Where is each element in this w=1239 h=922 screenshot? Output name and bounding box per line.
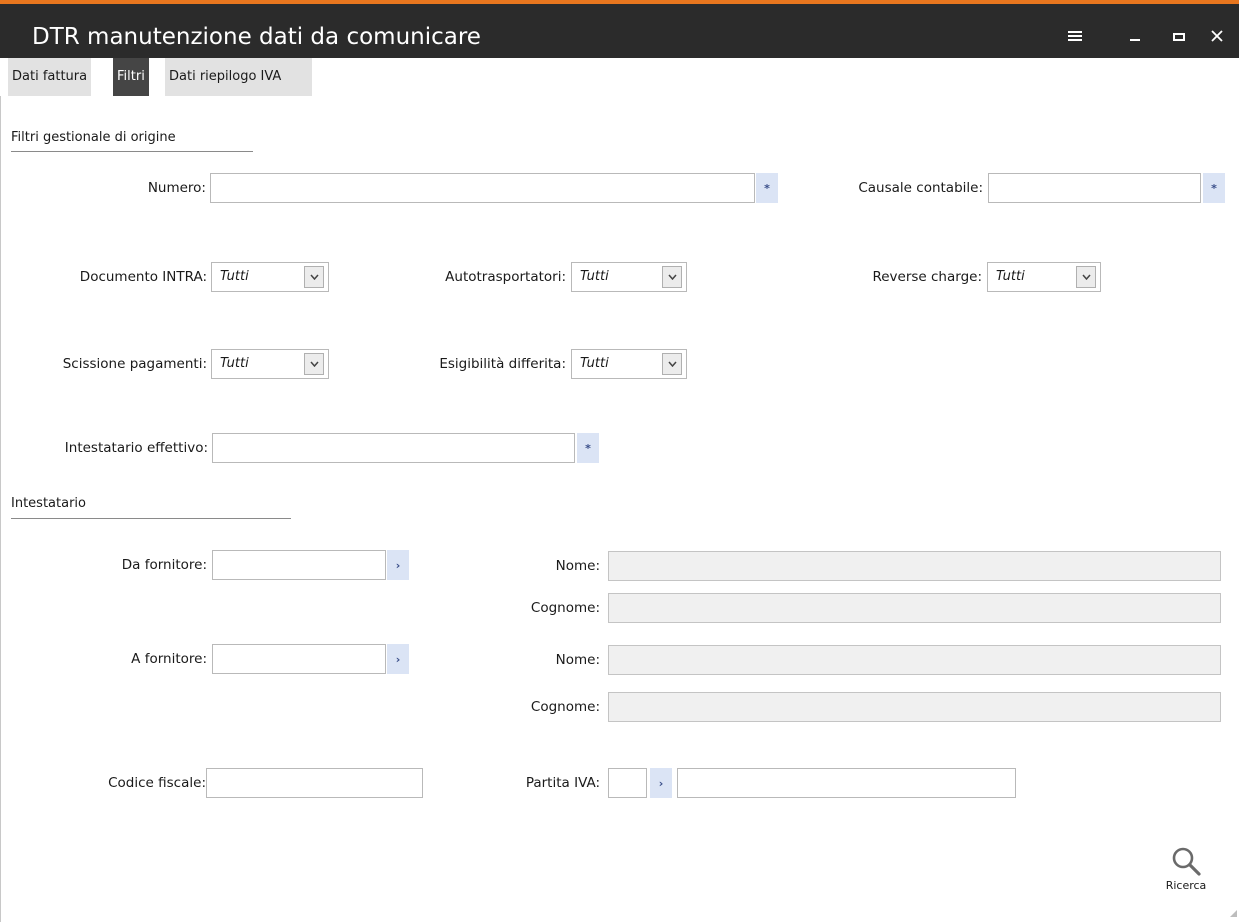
da-fornitore-link-icon[interactable]: › (387, 550, 409, 580)
tab-dati-fattura[interactable]: Dati fattura (8, 58, 92, 96)
section-divider (11, 518, 291, 519)
numero-label: Numero: (147, 180, 206, 196)
window-title: DTR manutenzione dati da comunicare (32, 24, 481, 50)
numero-input[interactable] (210, 173, 755, 203)
a-fornitore-label: A fornitore: (131, 651, 207, 667)
chevron-down-icon (662, 266, 682, 288)
scissione-pagamenti-label: Scissione pagamenti: (62, 356, 207, 372)
tab-label: Filtri (117, 69, 145, 84)
da-cognome-label: Cognome: (530, 600, 600, 616)
intestatario-effettivo-input[interactable] (212, 433, 575, 463)
causale-contabile-input[interactable] (988, 173, 1201, 203)
causale-zoom-icon[interactable]: * (1203, 173, 1225, 203)
content-left-border (0, 96, 1, 922)
intestatario-zoom-icon[interactable]: * (577, 433, 599, 463)
a-nome-label: Nome: (555, 652, 600, 668)
da-fornitore-label: Da fornitore: (121, 557, 207, 573)
chevron-down-icon (304, 266, 324, 288)
section-title-intestatario: Intestatario (11, 496, 86, 511)
causale-contabile-label: Causale contabile: (858, 180, 983, 196)
a-cognome-field (608, 692, 1221, 722)
menu-icon[interactable] (1062, 22, 1088, 50)
esigibilita-differita-label: Esigibilità differita: (439, 356, 566, 372)
section-title-filtri: Filtri gestionale di origine (11, 130, 176, 145)
tab-bar: Dati fattura Filtri Dati riepilogo IVA (0, 58, 1239, 96)
da-nome-label: Nome: (555, 558, 600, 574)
search-label: Ricerca (1165, 879, 1207, 892)
da-fornitore-input[interactable] (212, 550, 386, 580)
da-nome-field (608, 551, 1221, 581)
maximize-icon[interactable] (1166, 22, 1192, 50)
da-cognome-field (608, 593, 1221, 623)
partita-iva-input[interactable] (677, 768, 1016, 798)
codice-fiscale-input[interactable] (206, 768, 423, 798)
magnifier-icon (1156, 843, 1216, 879)
a-cognome-label: Cognome: (530, 699, 600, 715)
tab-dati-riepilogo-iva[interactable]: Dati riepilogo IVA (165, 58, 312, 96)
tab-label: Dati fattura (12, 69, 88, 84)
autotrasportatori-value: Tutti (580, 269, 609, 284)
esigibilita-differita-select[interactable]: Tutti (571, 349, 687, 379)
scissione-pagamenti-value: Tutti (220, 356, 249, 371)
reverse-charge-label: Reverse charge: (872, 269, 982, 285)
partita-iva-label: Partita IVA: (525, 775, 600, 791)
esigibilita-differita-value: Tutti (580, 356, 609, 371)
codice-fiscale-label: Codice fiscale: (108, 775, 206, 791)
scissione-pagamenti-select[interactable]: Tutti (211, 349, 329, 379)
search-button[interactable]: Ricerca (1156, 843, 1216, 901)
documento-intra-value: Tutti (220, 269, 249, 284)
partita-iva-country-input[interactable] (608, 768, 647, 798)
tab-label: Dati riepilogo IVA (169, 69, 282, 84)
documento-intra-label: Documento INTRA: (79, 269, 207, 285)
chevron-down-icon (304, 353, 324, 375)
minimize-icon[interactable] (1122, 22, 1148, 50)
resize-grip-icon[interactable] (1228, 908, 1238, 918)
tab-filtri[interactable]: Filtri (113, 58, 149, 96)
a-nome-field (608, 645, 1221, 675)
section-divider (11, 151, 253, 152)
partita-iva-link-icon[interactable]: › (650, 768, 672, 798)
numero-zoom-icon[interactable]: * (756, 173, 778, 203)
autotrasportatori-select[interactable]: Tutti (571, 262, 687, 292)
a-fornitore-link-icon[interactable]: › (387, 644, 409, 674)
chevron-down-icon (1076, 266, 1096, 288)
reverse-charge-select[interactable]: Tutti (987, 262, 1101, 292)
intestatario-effettivo-label: Intestatario effettivo: (64, 440, 208, 456)
close-icon[interactable] (1204, 22, 1230, 50)
a-fornitore-input[interactable] (212, 644, 386, 674)
autotrasportatori-label: Autotrasportatori: (445, 269, 566, 285)
reverse-charge-value: Tutti (996, 269, 1025, 284)
documento-intra-select[interactable]: Tutti (211, 262, 329, 292)
chevron-down-icon (662, 353, 682, 375)
